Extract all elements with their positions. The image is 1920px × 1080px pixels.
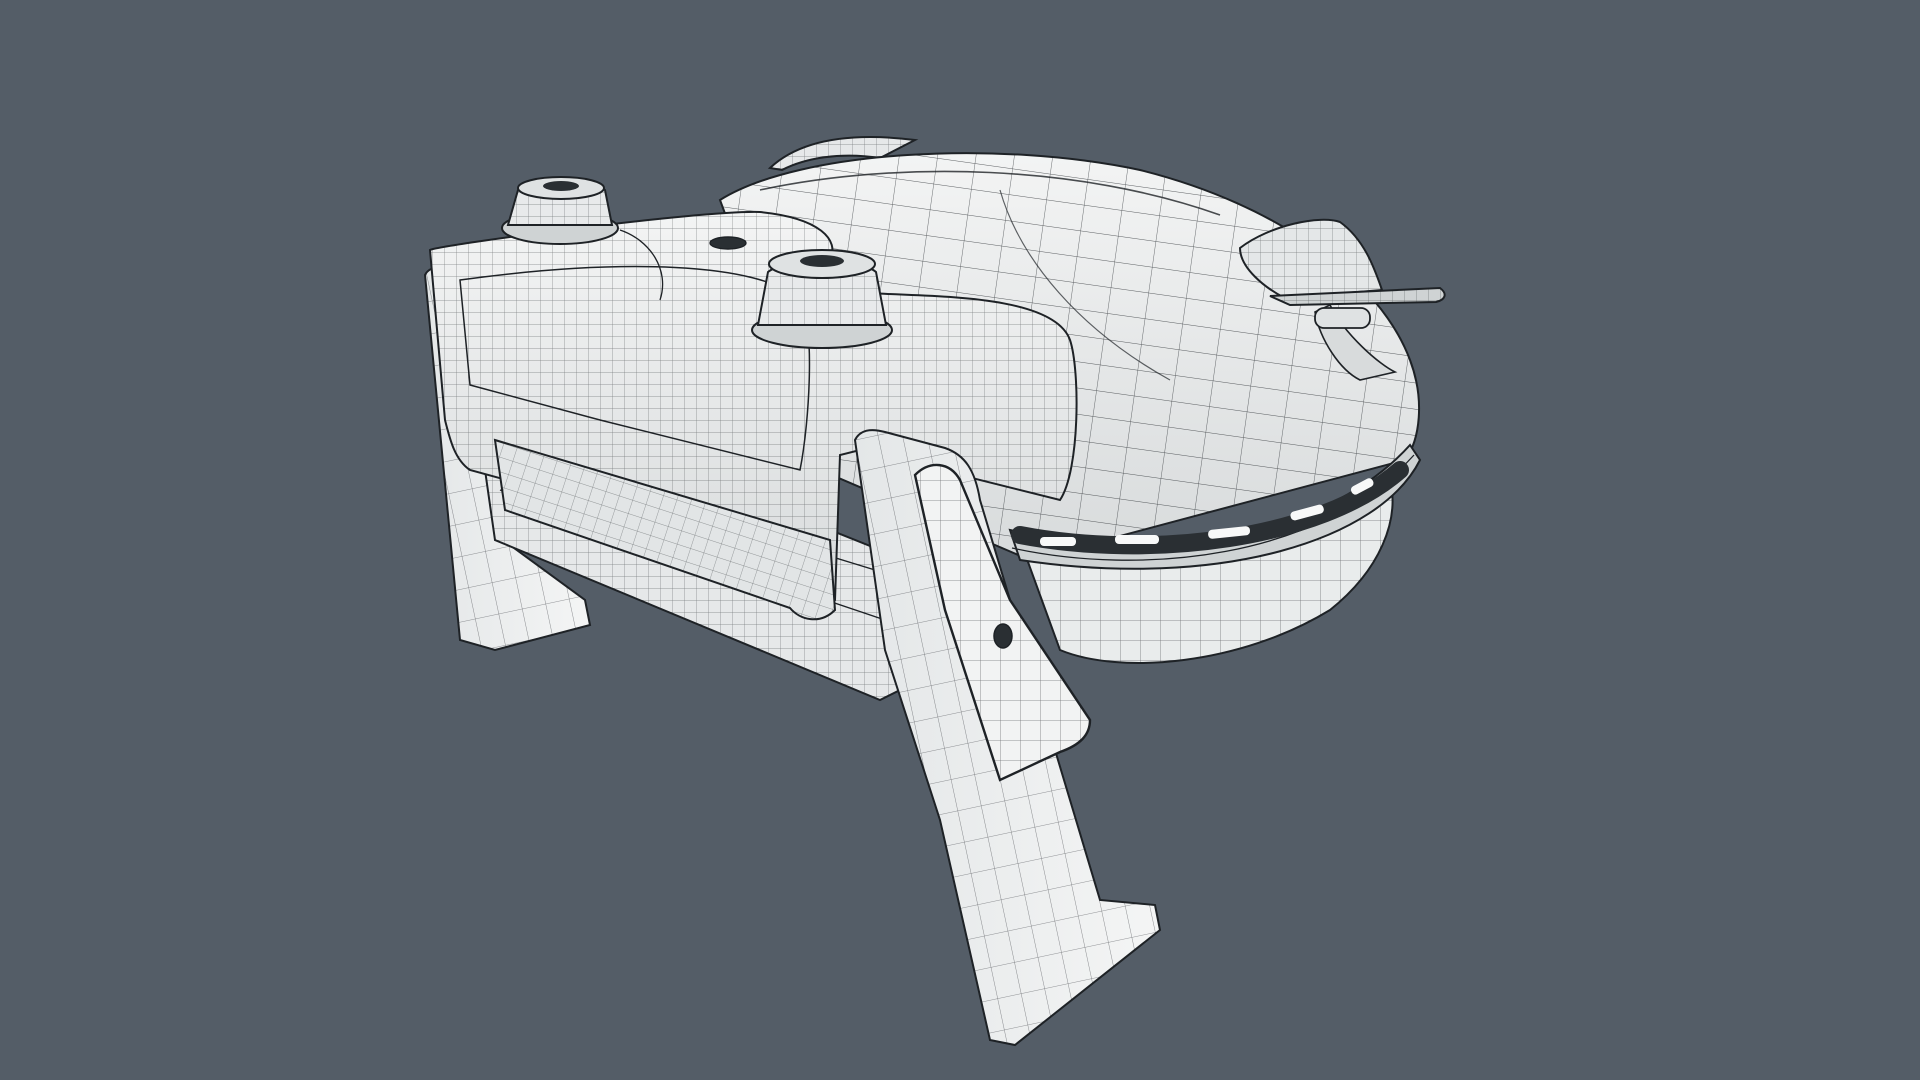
wireframe-scene — [0, 0, 1920, 1080]
led-segment — [1040, 537, 1076, 546]
pivot-hole — [993, 623, 1013, 649]
handle-latch — [1314, 307, 1371, 329]
knob-left — [501, 176, 619, 245]
top-pin — [709, 236, 747, 250]
led-segment — [1115, 535, 1159, 544]
3d-viewport[interactable] — [0, 0, 1920, 1080]
knob-right — [751, 249, 893, 349]
